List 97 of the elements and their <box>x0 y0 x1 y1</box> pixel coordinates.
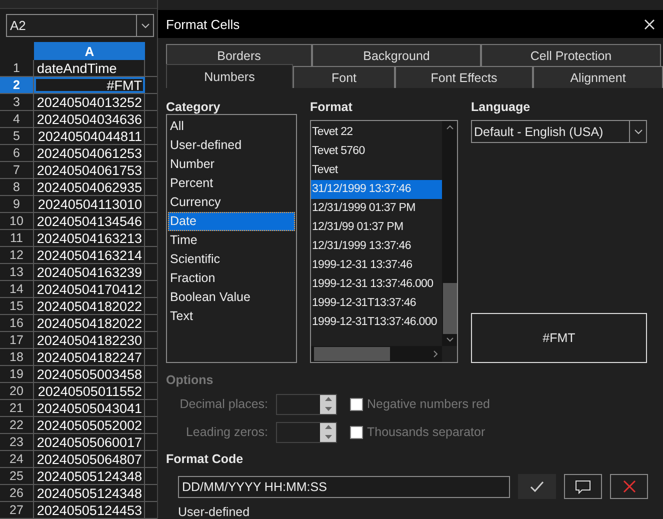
list-item[interactable]: Tevet 22 <box>311 123 442 142</box>
list-item[interactable]: Fraction <box>168 269 295 288</box>
row-header[interactable]: 2 <box>0 77 34 93</box>
scrollbar-thumb[interactable] <box>314 347 390 361</box>
tab[interactable]: Font <box>293 66 395 88</box>
table-cell: 20240504061753 <box>34 162 145 178</box>
list-item[interactable]: Date <box>168 212 295 231</box>
list-item[interactable]: 12/31/1999 13:37:46 <box>311 237 442 256</box>
chevron-down-icon[interactable] <box>446 337 454 342</box>
table-cell: 20240504034636 <box>34 111 145 127</box>
close-icon <box>622 480 636 493</box>
table-cell: 20240504182230 <box>34 332 145 348</box>
list-item[interactable]: 12/31/99 01:37 PM <box>311 218 442 237</box>
list-item[interactable]: 12/31/1999 01:37 PM <box>311 199 442 218</box>
table-cell: 20240505124348 <box>34 468 145 484</box>
table-cell: 20240505124348 <box>34 485 145 501</box>
table-cell: #FMT <box>34 77 145 93</box>
options-label: Options <box>166 373 214 389</box>
table-cell: 20240504170412 <box>34 281 145 297</box>
table-cell: 20240504182247 <box>34 349 145 365</box>
category-list[interactable]: All User-defined Number Percent Currency Date Time Scientific Fraction Boolean Value Text <box>166 114 297 363</box>
list-item[interactable]: 1999-12-31T13:37:46.000 <box>311 313 442 332</box>
table-cell: 20240505060017 <box>34 434 145 450</box>
table-cell: 20240505052002 <box>34 417 145 433</box>
table-cell: 20240504062935 <box>34 179 145 195</box>
list-item[interactable]: 31/12/1999 13:37:46 <box>311 180 442 199</box>
horizontal-scrollbar[interactable] <box>311 346 442 362</box>
table-cell: 20240504061253 <box>34 145 145 161</box>
chevron-down-icon <box>634 128 642 134</box>
tab[interactable]: Alignment <box>533 66 663 88</box>
list-item[interactable]: Text <box>168 307 295 326</box>
comment-button[interactable] <box>564 474 602 499</box>
checkmark-icon <box>530 481 544 492</box>
column-header[interactable]: A <box>34 42 145 60</box>
scrollbar-thumb[interactable] <box>442 283 456 334</box>
list-item[interactable]: Percent <box>168 174 295 193</box>
table-cell: 20240505003458 <box>34 366 145 382</box>
name-box[interactable]: A2 <box>6 14 154 38</box>
triangle-down-icon[interactable] <box>324 434 332 439</box>
list-item[interactable]: Scientific <box>168 250 295 269</box>
preview-box: #FMT <box>471 313 647 363</box>
list-item[interactable]: Tevet <box>311 161 442 180</box>
list-item[interactable]: All <box>168 117 295 136</box>
table-cell: 20240504113010 <box>34 196 145 212</box>
format-list[interactable]: Tevet 22 Tevet 5760 Tevet 31/12/1999 13:37:46 12/31/1999 01:37 PM 12/31/99 01:37 PM 12/31/1999 13:37:46 1999-12-31 13:37:46 1999-12-31 13:37:46.000 1999-12-31T13:37:46 1999-12-31T13:37:46.000 <box>310 120 458 363</box>
list-item[interactable]: Currency <box>168 193 295 212</box>
format-code-label: Format Code <box>166 452 244 466</box>
vertical-scrollbar[interactable] <box>442 121 457 346</box>
list-item[interactable]: Number <box>168 155 295 174</box>
table-cell: 20240504134546 <box>34 213 145 229</box>
speech-bubble-icon <box>575 480 591 494</box>
table-cell: 20240504044811 <box>34 128 145 144</box>
tab[interactable]: Background <box>312 44 481 66</box>
spin-field[interactable] <box>276 394 337 414</box>
language-label: Language <box>471 100 532 114</box>
table-cell: 20240505043041 <box>34 400 145 416</box>
tab[interactable]: Borders <box>166 44 312 66</box>
list-item[interactable]: Time <box>168 231 295 250</box>
chevron-down-icon <box>140 22 150 29</box>
list-item[interactable]: 1999-12-31T13:37:46 <box>311 294 442 313</box>
triangle-up-icon[interactable] <box>324 425 332 430</box>
leading-zeros-label: Leading zeros: <box>184 425 268 439</box>
language-dropdown[interactable]: Default - English (USA) <box>471 120 647 143</box>
tab[interactable]: Cell Protection <box>481 44 661 66</box>
chevron-right-icon[interactable] <box>433 350 438 358</box>
table-cell: dateAndTime <box>34 60 145 76</box>
table-cell: 20240505011552 <box>34 383 145 399</box>
window-title: Format Cells <box>166 16 240 32</box>
list-item[interactable]: User-defined <box>168 136 295 155</box>
triangle-up-icon[interactable] <box>324 397 332 402</box>
spin-field[interactable] <box>276 422 337 442</box>
checkbox-label: Negative numbers red <box>367 397 490 411</box>
table-cell: 20240504182022 <box>34 298 145 314</box>
list-item[interactable]: Boolean Value <box>168 288 295 307</box>
table-cell: 20240504013252 <box>34 94 145 110</box>
list-item[interactable]: 1999-12-31 13:37:46.000 <box>311 275 442 294</box>
decimal-places-label: Decimal places: <box>178 397 268 411</box>
tab[interactable]: Font Effects <box>395 66 533 88</box>
format-label: Format <box>310 100 354 114</box>
table-cell: 20240505064807 <box>34 451 145 467</box>
table-cell: 20240504163213 <box>34 230 145 246</box>
close-icon[interactable] <box>644 18 655 30</box>
format-code-field[interactable]: DD/MM/YYYY HH:MM:SS <box>178 476 510 498</box>
checkbox-label: Thousands separator <box>367 425 486 439</box>
category-label: Category <box>166 100 222 114</box>
delete-button[interactable] <box>610 474 648 499</box>
chevron-up-icon[interactable] <box>446 125 454 130</box>
table-cell: 20240505124453 <box>34 502 145 518</box>
list-item[interactable]: 1999-12-31 13:37:46 <box>311 256 442 275</box>
triangle-down-icon[interactable] <box>324 406 332 411</box>
table-cell: 20240504163239 <box>34 264 145 280</box>
table-cell: 20240504163214 <box>34 247 145 263</box>
tab[interactable]: Numbers <box>166 64 293 88</box>
format-description: User-defined <box>178 505 251 519</box>
table-cell: 20240504182022 <box>34 315 145 331</box>
accept-button[interactable] <box>518 474 556 499</box>
list-item[interactable]: Tevet 5760 <box>311 142 442 161</box>
